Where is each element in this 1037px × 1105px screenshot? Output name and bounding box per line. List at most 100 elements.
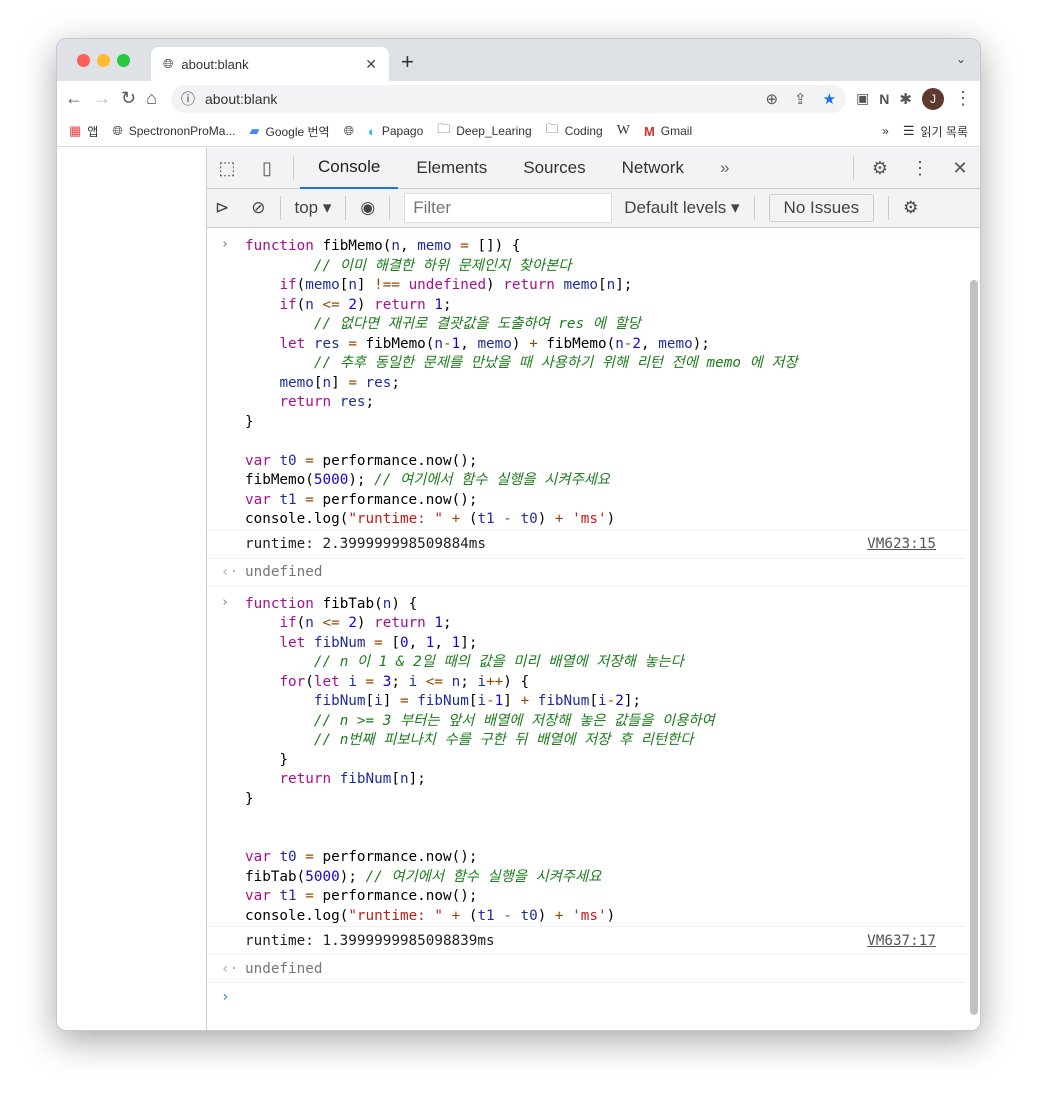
tab-groups-icon[interactable]: ▣	[856, 90, 869, 107]
menu-kebab-icon[interactable]: ⋮	[954, 88, 972, 109]
prompt-chevron-icon: ›	[221, 989, 230, 1005]
inspect-element-icon[interactable]: ⬚	[207, 158, 247, 179]
source-link[interactable]: VM623:15	[867, 536, 936, 552]
browser-tab[interactable]: 🌐︎ about:blank ✕	[151, 47, 389, 81]
maximize-window-button[interactable]	[117, 54, 130, 67]
bookmark-google-translate[interactable]: ▰ Google 번역	[249, 123, 329, 140]
code-line: // 추후 동일한 문제를 만났을 때 사용하기 위해 리턴 전에 memo 에…	[313, 355, 798, 371]
settings-gear-icon[interactable]: ⚙	[860, 158, 900, 179]
gmail-icon: M	[643, 123, 655, 139]
tab-search-chevron-icon[interactable]: ⌄	[956, 52, 966, 66]
result-value: undefined	[245, 564, 323, 580]
code-line: return res;	[279, 394, 375, 410]
reading-list-icon: ☰	[902, 123, 915, 138]
browser-toolbar: ← → ↻ ⌂ ⓘ about:blank ⊕ ⇪ ★ ▣ N ✱ J ⋮	[57, 81, 980, 116]
globe-icon: 🌐︎	[343, 123, 355, 138]
bookmarks-bar: ▦ 앱 🌐︎ SpectrononProMa... ▰ Google 번역 🌐︎ ◐ P…	[57, 116, 980, 147]
divider	[293, 156, 294, 180]
address-bar[interactable]: ⓘ about:blank ⊕ ⇪ ★	[170, 84, 847, 113]
forward-icon[interactable]: →	[93, 88, 111, 109]
console-log-entry: runtime: 2.399999998509884ms VM623:15	[207, 531, 966, 559]
source-link[interactable]: VM637:17	[867, 933, 936, 949]
log-message: runtime: 2.399999998509884ms	[245, 536, 487, 552]
share-icon[interactable]: ⇪	[794, 90, 807, 108]
divider	[753, 196, 755, 220]
console-scrollbar[interactable]	[970, 280, 978, 1015]
tab-sources[interactable]: Sources	[505, 148, 603, 189]
code-line: function fibTab(n) {	[245, 595, 418, 612]
reload-icon[interactable]: ↻	[121, 88, 136, 109]
console-prompt[interactable]: ›	[207, 983, 966, 1011]
code-line: console.log("runtime: " + (t1 - t0) + 'm…	[245, 511, 616, 527]
result-arrow-icon: ‹·	[221, 564, 239, 580]
tab-elements[interactable]: Elements	[398, 148, 505, 189]
url-text[interactable]: about:blank	[205, 91, 277, 107]
bookmark-apps[interactable]: ▦ 앱	[69, 123, 98, 140]
more-options-icon[interactable]: ⋮	[900, 158, 940, 179]
context-selector[interactable]: top ▾	[295, 198, 332, 218]
code-line: // 이미 해결한 하위 문제인지 찾아본다	[313, 257, 572, 274]
tab-console[interactable]: Console	[300, 148, 399, 189]
extensions-icon[interactable]: ✱	[899, 90, 912, 108]
input-chevron-icon: ›	[221, 594, 229, 610]
code-line: console.log("runtime: " + (t1 - t0) + 'm…	[245, 907, 616, 924]
code-line: fibMemo(5000); // 여기에서 함수 실행을 시켜주세요	[245, 472, 610, 488]
more-bookmarks-icon[interactable]: »	[882, 124, 889, 138]
code-line: // 없다면 재귀로 결괏값을 도출하여 res 에 할당	[313, 316, 641, 332]
console-settings-gear-icon[interactable]: ⚙	[903, 198, 918, 218]
sidebar-toggle-icon[interactable]: ⊳	[215, 198, 229, 218]
console-input-entry: › function fibMemo(n, memo = []) { // 이미 …	[207, 229, 966, 531]
papago-icon: ◐	[368, 123, 376, 139]
bookmark-wikipedia[interactable]: W	[617, 123, 630, 139]
bookmark-label: 앱	[87, 124, 99, 139]
wikipedia-icon: W	[616, 123, 630, 138]
bookmark-label: SpectrononProMa...	[128, 124, 236, 138]
minimize-window-button[interactable]	[97, 54, 110, 67]
bookmark-coding[interactable]: 🗀 Coding	[546, 120, 603, 142]
code-line: let fibNum = [0, 1, 1];	[279, 634, 478, 651]
issues-button[interactable]: No Issues	[768, 194, 875, 222]
code-line: memo[n] = res;	[279, 374, 400, 391]
tab-network[interactable]: Network	[604, 148, 702, 189]
log-levels-dropdown[interactable]: Default levels ▾	[624, 198, 739, 218]
code-line: function fibMemo(n, memo = []) {	[245, 238, 521, 254]
clear-console-icon[interactable]: ⊘	[251, 198, 265, 218]
live-expression-eye-icon[interactable]: ◉	[360, 198, 375, 218]
avatar[interactable]: J	[922, 87, 944, 110]
bookmark-spectronon[interactable]: 🌐︎ SpectrononProMa...	[112, 123, 235, 139]
code-line: let res = fibMemo(n-1, memo) + fibMemo(n…	[279, 335, 710, 352]
more-tabs-button[interactable]: »	[702, 148, 747, 189]
zoom-icon[interactable]: ⊕	[765, 90, 778, 108]
folder-icon: 🗀	[437, 121, 451, 136]
filter-input[interactable]	[404, 193, 613, 223]
bookmark-globe[interactable]: 🌐︎	[344, 123, 354, 139]
globe-icon: 🌐︎	[112, 123, 123, 138]
close-window-button[interactable]	[77, 54, 90, 67]
code-line: }	[245, 790, 254, 807]
bookmark-deep-learing[interactable]: 🗀 Deep_Learing	[437, 120, 531, 142]
console-log-entry: runtime: 1.3999999985098839ms VM637:17	[207, 927, 966, 955]
back-icon[interactable]: ←	[65, 88, 83, 109]
code-line: fibNum[i] = fibNum[i-1] + fibNum[i-2];	[313, 693, 642, 709]
info-icon: ⓘ	[180, 90, 195, 107]
bookmark-star-icon[interactable]: ★	[823, 90, 836, 108]
close-devtools-icon[interactable]: ✕	[940, 158, 980, 179]
divider	[345, 196, 347, 220]
console-result-entry: ‹· undefined	[207, 955, 966, 983]
globe-icon: 🌐︎	[163, 56, 174, 71]
notion-icon[interactable]: N	[879, 91, 889, 107]
bookmark-papago[interactable]: ◐ Papago	[368, 124, 423, 139]
close-tab-icon[interactable]: ✕	[365, 56, 377, 73]
code-line: fibTab(5000); // 여기에서 함수 실행을 시켜주세요	[245, 868, 602, 885]
devtools-panel: ⬚ ▯ Console Elements Sources Network » ⚙…	[207, 148, 980, 1030]
tab-bar: 🌐︎ about:blank ✕ + ⌄	[57, 39, 980, 81]
new-tab-button[interactable]: +	[401, 49, 414, 75]
reading-list-button[interactable]: ☰ 읽기 목록	[903, 123, 968, 140]
home-icon[interactable]: ⌂	[146, 88, 157, 109]
bookmark-gmail[interactable]: M Gmail	[644, 124, 692, 139]
code-line: var t1 = performance.now();	[245, 491, 478, 508]
device-toolbar-icon[interactable]: ▯	[247, 158, 287, 179]
code-line: }	[245, 413, 254, 430]
